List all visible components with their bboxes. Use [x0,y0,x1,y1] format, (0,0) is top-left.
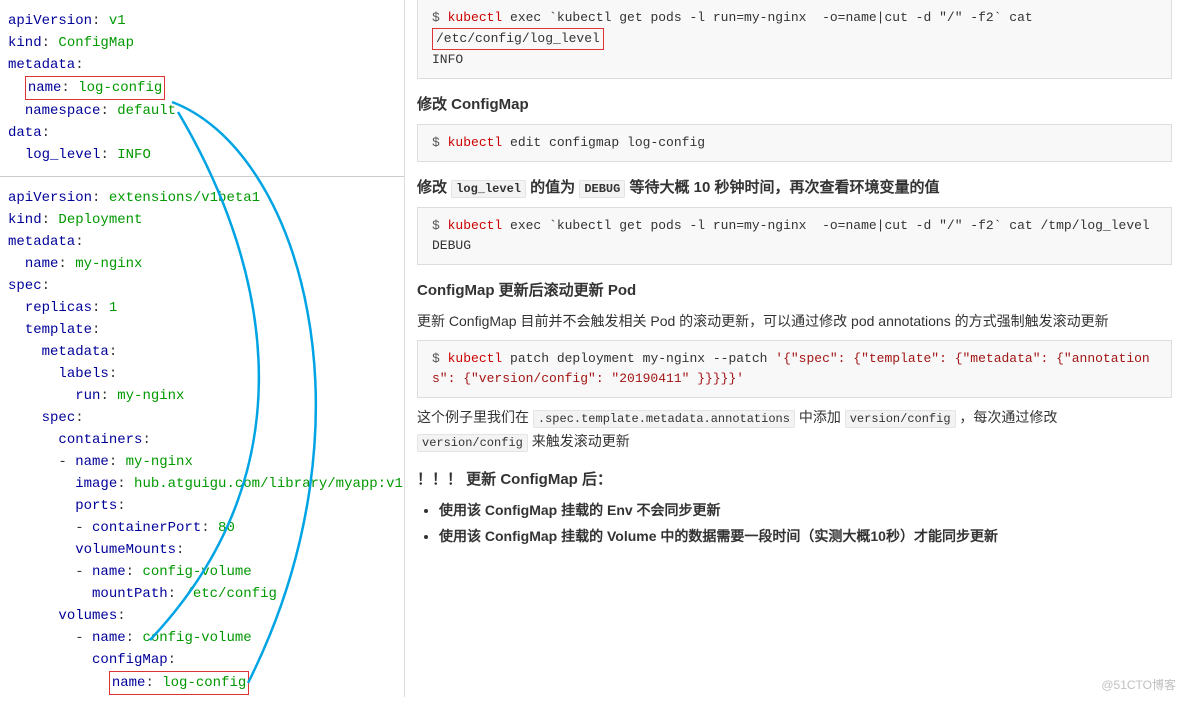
inline-code-annotations-path: .spec.template.metadata.annotations [533,410,795,428]
notes-list: 使用该 ConfigMap 挂载的 Env 不会同步更新 使用该 ConfigM… [439,499,1172,547]
heading-rolling-update: ConfigMap 更新后滚动更新 Pod [417,279,1172,300]
redbox-path-loglevel: /etc/config/log_level [432,28,604,50]
list-item: 使用该 ConfigMap 挂载的 Env 不会同步更新 [439,499,1172,521]
code-edit-configmap: $ kubectl edit configmap log-config [417,124,1172,162]
doc-pane: $ kubectl exec `kubectl get pods -l run=… [405,0,1184,697]
heading-edit-configmap: 修改 ConfigMap [417,93,1172,114]
para-annotation-example: 这个例子里我们在 .spec.template.metadata.annotat… [417,406,1172,454]
yaml-deployment: apiVersion: extensions/v1beta1 kind: Dep… [0,177,404,705]
heading-after-update: ！！！ 更新 ConfigMap 后： [417,468,1172,489]
inline-code-version-config-1: version/config [845,410,956,428]
watermark: @51CTO博客 [1101,676,1176,693]
redbox-volume-configmap-name: name: log-config [109,671,249,695]
inline-code-log_level: log_level [451,180,526,198]
inline-code-version-config-2: version/config [417,434,528,452]
code-exec-cat-tmp-loglevel: $ kubectl exec `kubectl get pods -l run=… [417,207,1172,265]
list-item: 使用该 ConfigMap 挂载的 Volume 中的数据需要一段时间（实测大概… [439,525,1172,547]
yaml-pane: apiVersion: v1 kind: ConfigMap metadata:… [0,0,405,697]
code-exec-cat-loglevel: $ kubectl exec `kubectl get pods -l run=… [417,0,1172,79]
inline-code-debug: DEBUG [579,180,625,198]
yaml-configmap: apiVersion: v1 kind: ConfigMap metadata:… [0,0,404,177]
para-rolling-update-note: 更新 ConfigMap 目前并不会触发相关 Pod 的滚动更新，可以通过修改 … [417,310,1172,332]
heading-change-loglevel: 修改 log_level 的值为 DEBUG 等待大概 10 秒钟时间，再次查看… [417,176,1172,197]
redbox-name-logconfig: name: log-config [25,76,165,100]
code-patch-deployment: $ kubectl patch deployment my-nginx --pa… [417,340,1172,398]
